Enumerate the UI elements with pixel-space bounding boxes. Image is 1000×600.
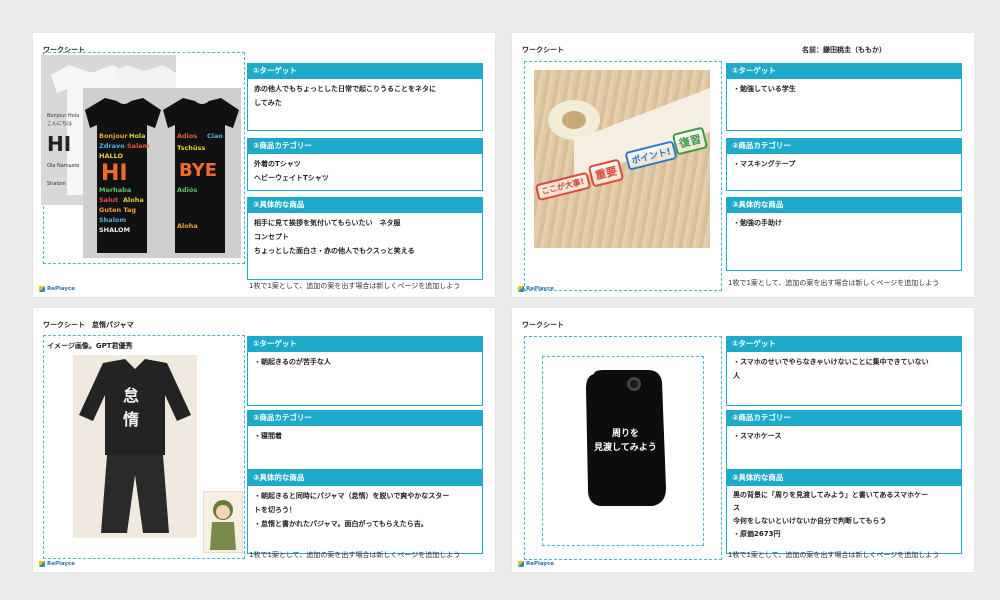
worksheet-title: ワークシート 怠惰パジャマ xyxy=(43,321,134,329)
character-image xyxy=(203,491,243,553)
section-body: 赤の他人でもちょっとした日常で起こりうることをネタに してみた xyxy=(247,79,483,131)
svg-text:SHALOM: SHALOM xyxy=(99,226,130,234)
product-section: ③具体的な商品 ・勉強の手助け xyxy=(726,197,962,271)
worksheet-title: ワークシート xyxy=(522,321,564,329)
svg-text:見渡してみよう: 見渡してみよう xyxy=(593,441,657,453)
svg-text:Hola: Hola xyxy=(129,132,146,140)
svg-text:Ciao: Ciao xyxy=(207,132,223,140)
tape-roll-icon xyxy=(548,88,710,180)
category-section: ②商品カテゴリー 外着のTシャツ ヘビーウェイトTシャツ xyxy=(247,138,483,191)
worksheet-slide-phone-case: ワークシート 周りを 見渡してみよう ①ターゲット ・スマホのせいでやらなきゃい… xyxy=(512,308,974,572)
worksheet-title: ワークシート xyxy=(522,46,564,54)
section-heading: ①ターゲット xyxy=(247,63,483,79)
svg-text:こんにちは: こんにちは xyxy=(47,121,72,127)
phone-case-image: 周りを 見渡してみよう xyxy=(586,370,666,506)
svg-text:Salut: Salut xyxy=(99,196,118,204)
target-section: ①ターゲット ・朝起きるのが苦手な人 xyxy=(247,336,483,406)
black-tshirts-image: Bonjour Hola Zdravo Salam HALLO HI Merha… xyxy=(83,88,241,258)
svg-text:Aloha: Aloha xyxy=(123,196,144,204)
category-section: ②商品カテゴリー ・寝間着 xyxy=(247,410,483,470)
svg-text:Shalom: Shalom xyxy=(47,181,66,187)
image-caption: イメージ画像。GPT君優秀 xyxy=(47,342,133,350)
replayce-logo: RePlayce xyxy=(39,286,75,292)
section-body: ・寝間着 xyxy=(247,426,483,470)
section-heading: ②商品カテゴリー xyxy=(247,138,483,154)
pajama-icon: 怠 惰 xyxy=(79,359,191,533)
svg-text:Aloha: Aloha xyxy=(177,222,198,230)
svg-text:HI: HI xyxy=(47,132,71,156)
section-heading: ③具体的な商品 xyxy=(247,197,483,213)
logo-icon xyxy=(39,561,45,567)
section-body: 相手に見て挨拶を気付いてもらいたい ネタ服 コンセプト ちょっとした面白さ・赤の… xyxy=(247,213,483,280)
section-body: ・勉強している学生 xyxy=(726,79,962,131)
svg-text:Zdravo: Zdravo xyxy=(99,142,125,150)
replayce-logo: RePlayce xyxy=(518,286,554,292)
section-body: ・勉強の手助け xyxy=(726,213,962,271)
instruction-note: 1枚で1案として、追加の案を出す場合は新しくページを追加しよう xyxy=(249,551,461,559)
section-heading: ①ターゲット xyxy=(726,336,962,352)
worksheet-slide-tshirt: ワークシート Bonjour Hola こんにちは HI Ola Namaste… xyxy=(33,33,495,297)
target-section: ①ターゲット ・スマホのせいでやらなきゃいけないことに集中できていない 人 xyxy=(726,336,962,406)
section-body: ・スマホのせいでやらなきゃいけないことに集中できていない 人 xyxy=(726,352,962,406)
name-field: 名前：鎌田桃圭（ももか） xyxy=(802,46,886,54)
section-body: ・朝起きると同時にパジャマ（怠惰）を脱いで爽やかなスター トを切ろう！ ・怠惰と… xyxy=(247,486,483,554)
svg-text:Adios: Adios xyxy=(177,132,197,140)
instruction-note: 1枚で1案として、追加の案を出す場合は新しくページを追加しよう xyxy=(728,279,940,287)
section-heading: ②商品カテゴリー xyxy=(247,410,483,426)
worksheet-slide-pajama: ワークシート 怠惰パジャマ イメージ画像。GPT君優秀 怠 惰 ①ターゲット ・… xyxy=(33,308,495,572)
svg-text:Merhaba: Merhaba xyxy=(99,186,131,194)
product-section: ③具体的な商品 黒の背景に「周りを見渡してみよう」と書いてあるスマホケー ス 今… xyxy=(726,470,962,554)
section-body: 黒の背景に「周りを見渡してみよう」と書いてあるスマホケー ス 今何をしないといけ… xyxy=(726,486,962,554)
replayce-logo: RePlayce xyxy=(39,561,75,567)
svg-text:惰: 惰 xyxy=(123,410,139,429)
svg-text:Shalom: Shalom xyxy=(99,216,126,224)
logo-icon xyxy=(518,561,524,567)
svg-text:Guten Tag: Guten Tag xyxy=(99,206,136,214)
section-heading: ①ターゲット xyxy=(726,63,962,79)
svg-text:Tschüss: Tschüss xyxy=(177,144,205,152)
section-body: ・朝起きるのが苦手な人 xyxy=(247,352,483,406)
section-body: ・スマホケース xyxy=(726,426,962,470)
section-heading: ①ターゲット xyxy=(247,336,483,352)
svg-text:BYE: BYE xyxy=(179,160,217,181)
svg-text:HALLO: HALLO xyxy=(99,152,124,160)
svg-text:怠: 怠 xyxy=(123,386,139,405)
target-section: ①ターゲット 赤の他人でもちょっとした日常で起こりうることをネタに してみた xyxy=(247,63,483,131)
product-section: ③具体的な商品 ・朝起きると同時にパジャマ（怠惰）を脱いで爽やかなスター トを切… xyxy=(247,470,483,554)
pajama-image: 怠 惰 xyxy=(73,355,197,538)
instruction-note: 1枚で1案として、追加の案を出す場合は新しくページを追加しよう xyxy=(728,551,940,559)
svg-text:Bonjour Hola: Bonjour Hola xyxy=(47,113,79,119)
svg-text:Bonjour: Bonjour xyxy=(99,132,128,140)
svg-text:HI: HI xyxy=(101,161,128,186)
category-section: ②商品カテゴリー ・スマホケース xyxy=(726,410,962,470)
replayce-logo: RePlayce xyxy=(518,561,554,567)
product-section: ③具体的な商品 相手に見て挨拶を気付いてもらいたい ネタ服 コンセプト ちょっと… xyxy=(247,197,483,280)
svg-text:Salam: Salam xyxy=(127,142,150,150)
section-heading: ③具体的な商品 xyxy=(726,197,962,213)
section-heading: ③具体的な商品 xyxy=(247,470,483,486)
section-heading: ②商品カテゴリー xyxy=(726,138,962,154)
masking-tape-image: ここが大事! 重要 ポイント! 復習 xyxy=(534,70,710,248)
section-body: ・マスキングテープ xyxy=(726,154,962,191)
svg-text:Ola Namaste: Ola Namaste xyxy=(47,163,79,169)
svg-text:周りを: 周りを xyxy=(612,428,639,439)
logo-icon xyxy=(39,286,45,292)
instruction-note: 1枚で1案として、追加の案を出す場合は新しくページを追加しよう xyxy=(249,282,461,290)
section-heading: ②商品カテゴリー xyxy=(726,410,962,426)
section-heading: ③具体的な商品 xyxy=(726,470,962,486)
target-section: ①ターゲット ・勉強している学生 xyxy=(726,63,962,131)
worksheet-slide-masking-tape: ワークシート 名前：鎌田桃圭（ももか） ここが大事! 重要 ポイント! 復習 ①… xyxy=(512,33,974,297)
girl-illustration-icon xyxy=(210,500,236,550)
svg-text:Adiós: Adiós xyxy=(177,186,197,194)
category-section: ②商品カテゴリー ・マスキングテープ xyxy=(726,138,962,191)
section-body: 外着のTシャツ ヘビーウェイトTシャツ xyxy=(247,154,483,191)
logo-icon xyxy=(518,286,524,292)
